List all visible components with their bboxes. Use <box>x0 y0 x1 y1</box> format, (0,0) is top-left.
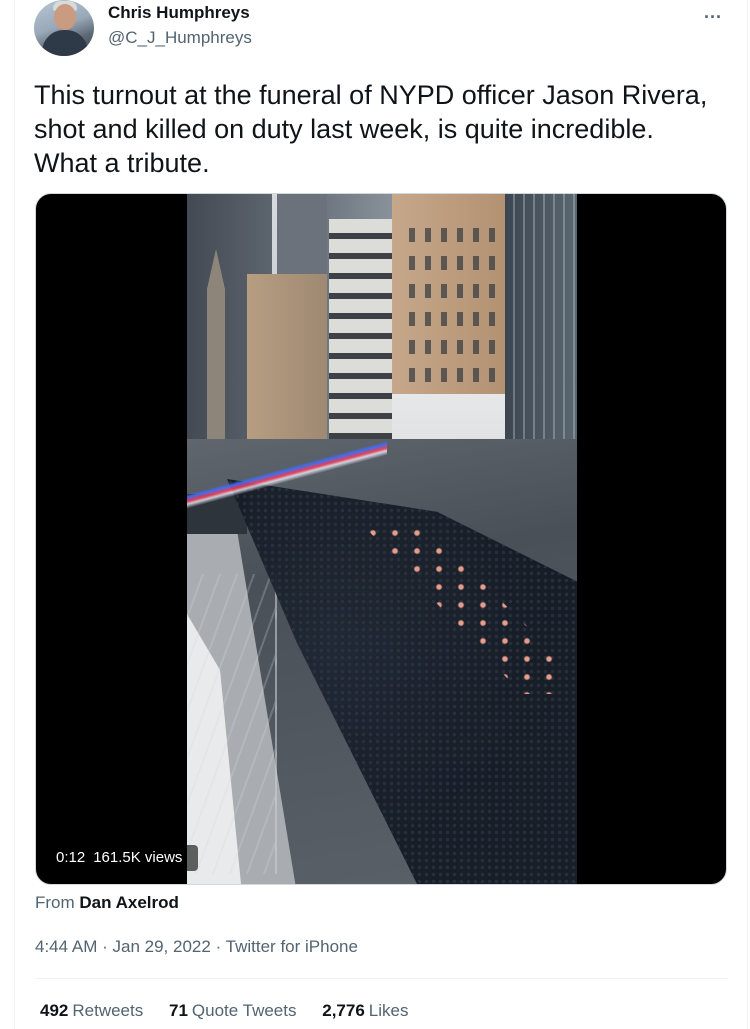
engagement-stats: 492 Retweets 71 Quote Tweets 2,776 Likes <box>40 1001 429 1021</box>
tweet-date[interactable]: Jan 29, 2022 <box>113 937 211 956</box>
tweet-metadata: 4:44 AM · Jan 29, 2022 · Twitter for iPh… <box>35 937 358 957</box>
building <box>277 194 332 274</box>
video-player[interactable]: 0:12 161.5K views <box>35 193 727 885</box>
building-windows <box>399 214 509 394</box>
glass-tower-mullions <box>505 194 577 444</box>
video-frame <box>187 194 577 884</box>
more-options-icon[interactable]: ... <box>704 2 722 23</box>
tweet-text: This turnout at the funeral of NYPD offi… <box>34 80 708 178</box>
divider <box>35 978 727 979</box>
avatar-face <box>54 4 76 30</box>
likes-count: 2,776 <box>322 1001 365 1020</box>
meta-separator: · <box>215 937 222 956</box>
avatar-body <box>42 30 88 56</box>
meta-separator: · <box>102 937 108 956</box>
attribution-source[interactable]: Dan Axelrod <box>79 893 179 912</box>
tweet-client[interactable]: Twitter for iPhone <box>226 937 358 956</box>
video-info-overlay: 0:12 161.5K views <box>48 845 199 871</box>
attribution-prefix: From <box>35 893 75 912</box>
tweet-time[interactable]: 4:44 AM <box>35 937 97 956</box>
likes-label: Likes <box>368 1001 409 1020</box>
media-attribution: From Dan Axelrod <box>35 893 179 913</box>
avatar[interactable] <box>34 0 94 56</box>
video-views: 161.5K views <box>93 849 183 866</box>
retweets-label: Retweets <box>72 1001 144 1020</box>
quote-tweets-count: 71 <box>168 1001 188 1020</box>
quote-tweets-stat[interactable]: 71 Quote Tweets <box>169 1001 297 1020</box>
video-duration: 0:12 <box>56 849 86 866</box>
scaffolding <box>187 574 277 874</box>
quote-tweets-label: Quote Tweets <box>191 1001 297 1020</box>
author-name[interactable]: Chris Humphreys <box>108 3 250 23</box>
author-handle[interactable]: @C_J_Humphreys <box>108 28 252 48</box>
retweets-count: 492 <box>40 1001 69 1020</box>
likes-stat[interactable]: 2,776 Likes <box>322 1001 408 1020</box>
police-lights <box>187 434 387 524</box>
retweets-stat[interactable]: 492 Retweets <box>40 1001 143 1020</box>
